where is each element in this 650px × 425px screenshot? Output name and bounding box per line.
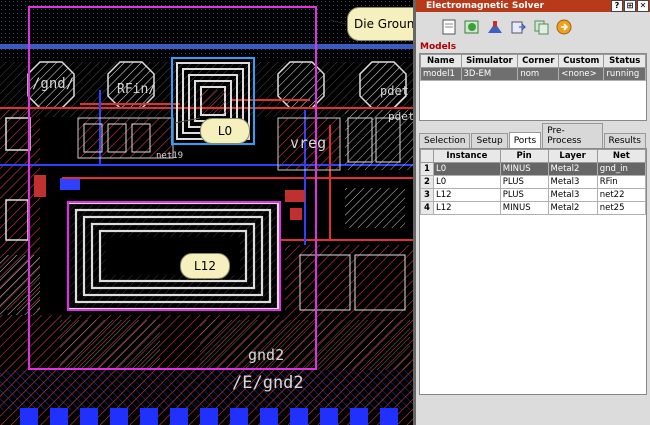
label-gnd2: gnd2: [248, 346, 285, 364]
help-button[interactable]: ?: [611, 0, 623, 12]
simulate-icon[interactable]: [463, 18, 481, 36]
label-rfin: RFin/: [117, 82, 157, 97]
tools-icon[interactable]: [486, 18, 504, 36]
label-gnd: /gnd/: [32, 76, 75, 92]
port-instance[interactable]: L12: [433, 188, 501, 202]
table-row[interactable]: 4 L12 MINUS Metal2 net25: [420, 201, 647, 215]
port-instance[interactable]: L0: [433, 175, 501, 189]
model-custom[interactable]: <none>: [558, 67, 605, 81]
table-row[interactable]: 3 L12 PLUS Metal3 net22: [420, 188, 647, 202]
port-net[interactable]: net25: [596, 201, 647, 215]
model-name[interactable]: model1: [420, 67, 462, 81]
model-simulator[interactable]: 3D-EM: [460, 67, 519, 81]
port-pin[interactable]: PLUS: [499, 175, 549, 189]
label-pdet: pdet: [380, 84, 409, 98]
l12-callout: L12: [180, 253, 230, 279]
row-number: 4: [420, 201, 434, 215]
label-vreg: vreg: [290, 134, 327, 152]
port-instance[interactable]: L0: [433, 162, 501, 176]
panel-tabs: Selection Setup Ports Pre-Process Result…: [419, 123, 647, 148]
export-icon[interactable]: [509, 18, 527, 36]
panel-title: Electromagnetic Solver: [426, 1, 545, 11]
l0-callout: L0: [200, 118, 250, 144]
models-col-simulator[interactable]: Simulator: [460, 54, 519, 68]
port-net[interactable]: gnd_in: [596, 162, 647, 176]
stop-icon[interactable]: [555, 18, 573, 36]
models-header-row: Name Simulator Corner Custom Status: [420, 54, 646, 68]
port-pin[interactable]: PLUS: [499, 188, 549, 202]
port-net[interactable]: RFin: [596, 175, 647, 189]
close-button[interactable]: ✕: [637, 0, 649, 12]
tab-ports[interactable]: Ports: [508, 132, 542, 148]
label-pdet-2: pdet: [388, 110, 413, 123]
port-pin[interactable]: MINUS: [499, 162, 549, 176]
models-table: Name Simulator Corner Custom Status mode…: [419, 53, 647, 121]
tab-setup[interactable]: Setup: [471, 133, 508, 148]
port-layer[interactable]: Metal3: [547, 188, 598, 202]
copy-icon[interactable]: [532, 18, 550, 36]
ports-col-layer[interactable]: Layer: [547, 149, 598, 163]
label-egnd2: /E/gnd2: [232, 373, 304, 393]
new-file-icon[interactable]: [440, 18, 458, 36]
ports-col-net[interactable]: Net: [596, 149, 647, 163]
port-layer[interactable]: Metal2: [547, 162, 598, 176]
ports-col-pin[interactable]: Pin: [499, 149, 549, 163]
tab-selection[interactable]: Selection: [419, 133, 471, 148]
ports-header-row: Instance Pin Layer Net: [420, 149, 647, 163]
model-corner[interactable]: nom: [517, 67, 560, 81]
ports-col-index: [420, 149, 434, 163]
models-col-custom[interactable]: Custom: [558, 54, 605, 68]
label-net19: net19: [156, 151, 184, 161]
ports-table: Instance Pin Layer Net 1 L0 MINUS Metal2…: [419, 148, 647, 395]
models-col-status[interactable]: Status: [603, 54, 646, 68]
em-solver-panel: Electromagnetic Solver ? ⊞ ✕ Models Name…: [413, 0, 650, 425]
ports-col-instance[interactable]: Instance: [433, 149, 501, 163]
port-layer[interactable]: Metal2: [547, 201, 598, 215]
panel-toolbar: [416, 12, 650, 42]
port-instance[interactable]: L12: [433, 201, 501, 215]
models-col-name[interactable]: Name: [420, 54, 462, 68]
table-row[interactable]: model1 3D-EM nom <none> running: [420, 67, 646, 81]
float-button[interactable]: ⊞: [624, 0, 636, 12]
model-status[interactable]: running: [603, 67, 646, 81]
tab-pre-process[interactable]: Pre-Process: [542, 123, 603, 148]
models-col-corner[interactable]: Corner: [517, 54, 560, 68]
panel-titlebar: Electromagnetic Solver ? ⊞ ✕: [416, 0, 650, 12]
port-pin[interactable]: MINUS: [499, 201, 549, 215]
layout-canvas[interactable]: /gnd/ RFin/ pdet pdet vreg net19 gnd2 /E…: [0, 0, 413, 425]
tab-results[interactable]: Results: [603, 133, 646, 148]
models-label: Models: [420, 42, 457, 52]
port-layer[interactable]: Metal3: [547, 175, 598, 189]
row-number: 3: [420, 188, 434, 202]
table-row[interactable]: 1 L0 MINUS Metal2 gnd_in: [420, 162, 647, 176]
layout-drawing: [0, 0, 413, 425]
port-net[interactable]: net22: [596, 188, 647, 202]
row-number: 2: [420, 175, 434, 189]
table-row[interactable]: 2 L0 PLUS Metal3 RFin: [420, 175, 647, 189]
die-ground-callout: Die Ground: [347, 7, 413, 41]
row-number: 1: [420, 162, 434, 176]
